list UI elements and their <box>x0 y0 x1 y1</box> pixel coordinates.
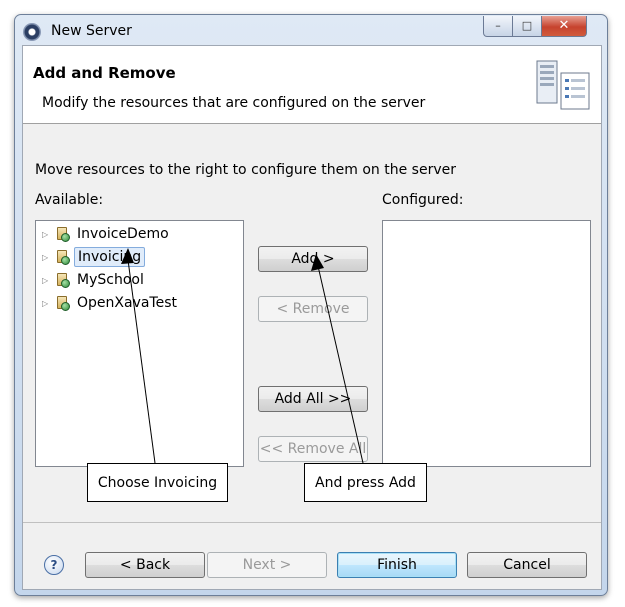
callout-press-add: And press Add <box>304 463 427 502</box>
annotation-arrows <box>121 248 364 464</box>
callout-choose-invoicing: Choose Invoicing <box>87 463 228 502</box>
